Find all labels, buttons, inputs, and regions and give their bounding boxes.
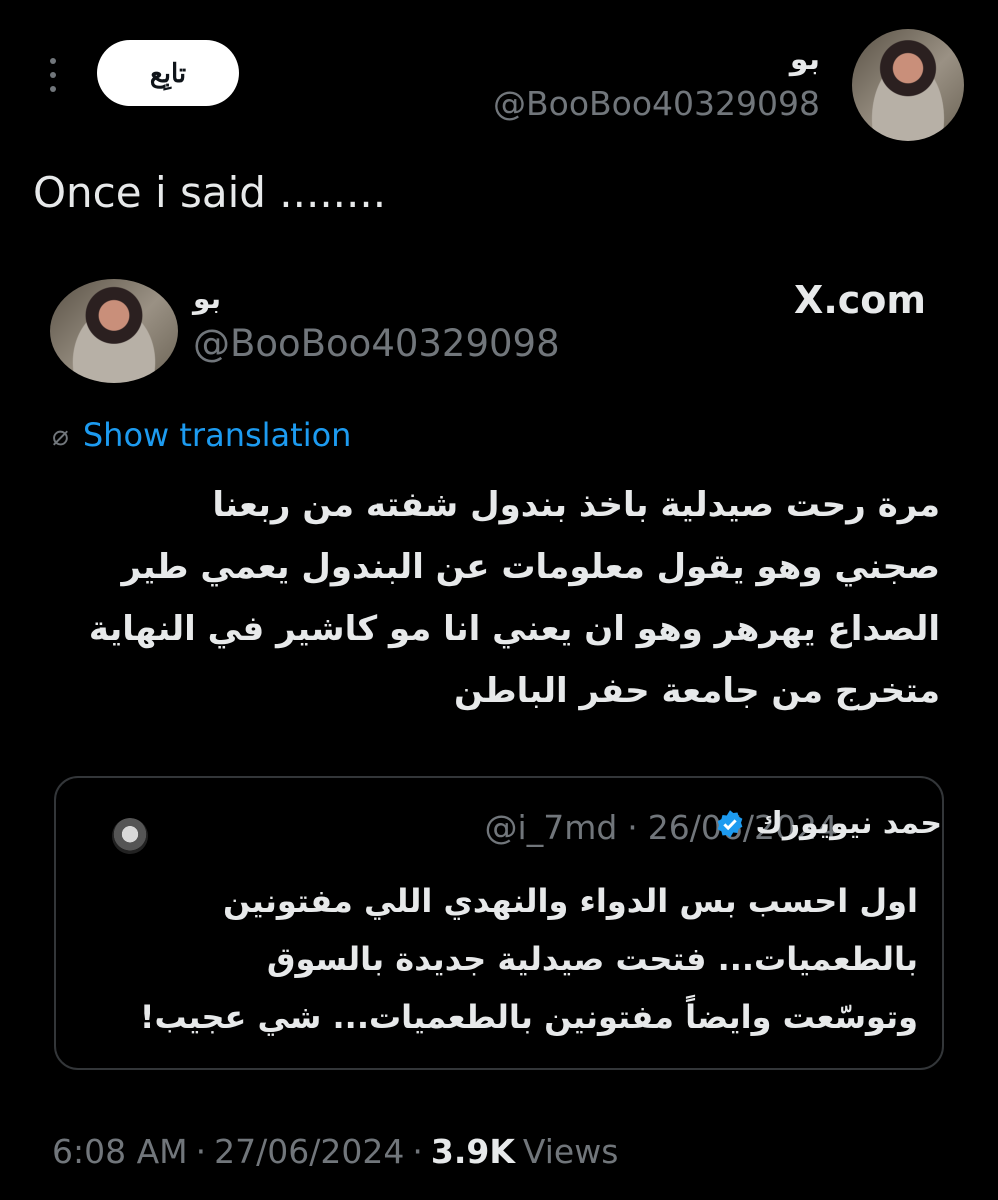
views-count: 3.9K bbox=[430, 1132, 515, 1171]
author-name[interactable]: بو bbox=[790, 42, 820, 77]
follow-button[interactable]: تابِع bbox=[97, 40, 239, 106]
embedded-author-avatar bbox=[50, 279, 178, 383]
body-line: بالطعميات... فتحت صيدلية جديدة بالسوق bbox=[266, 940, 918, 978]
embedded-tweet-body: مرة رحت صيدلية باخذ بندول شفته من ربعنا … bbox=[60, 474, 940, 722]
separator-dot: · bbox=[412, 1132, 423, 1171]
x-com-logo: X.com bbox=[794, 278, 926, 322]
tweet-text: Once i said ........ bbox=[33, 168, 387, 217]
views-label: Views bbox=[522, 1132, 619, 1171]
author-handle[interactable]: @BooBoo40329098 bbox=[493, 84, 820, 123]
quoted-tweet-body: اول احسب بس الدواء والنهدي اللي مفتونين … bbox=[98, 872, 918, 1046]
quoted-author-name: حمد نيويورك bbox=[755, 806, 942, 841]
body-line: وتوسّعت وايضاً مفتونين بالطعميات... شي ع… bbox=[139, 998, 918, 1036]
body-line: صجني وهو يقول معلومات عن البندول يعمي طي… bbox=[121, 547, 940, 587]
author-avatar[interactable] bbox=[852, 29, 964, 141]
tweet-date[interactable]: 27/06/2024 bbox=[214, 1132, 404, 1171]
body-line: مرة رحت صيدلية باخذ بندول شفته من ربعنا bbox=[212, 485, 940, 525]
embedded-author-handle: @BooBoo40329098 bbox=[193, 322, 560, 365]
more-options-icon[interactable] bbox=[38, 56, 68, 96]
body-line: متخرج من جامعة حفر الباطن bbox=[453, 671, 940, 711]
show-translation-label: Show translation bbox=[82, 416, 352, 454]
quoted-author: حمد نيويورك bbox=[715, 806, 942, 841]
quoted-author-handle: @i_7md bbox=[484, 808, 618, 847]
tweet-time[interactable]: 6:08 AM bbox=[52, 1132, 188, 1171]
show-translation-link[interactable]: ⌀ Show translation bbox=[52, 416, 351, 454]
tweet-meta: 6:08 AM · 27/06/2024 · 3.9K Views bbox=[52, 1132, 618, 1171]
body-line: اول احسب بس الدواء والنهدي اللي مفتونين bbox=[222, 882, 918, 920]
separator-dot: · bbox=[627, 808, 638, 847]
separator-dot: · bbox=[195, 1132, 207, 1171]
embedded-author-name: بو bbox=[193, 282, 222, 315]
body-line: الصداع يهرهر وهو ان يعني انا مو كاشير في… bbox=[88, 609, 940, 649]
globe-slash-icon: ⌀ bbox=[52, 418, 69, 452]
verified-badge-icon bbox=[717, 809, 743, 838]
quoted-author-avatar bbox=[112, 818, 148, 854]
